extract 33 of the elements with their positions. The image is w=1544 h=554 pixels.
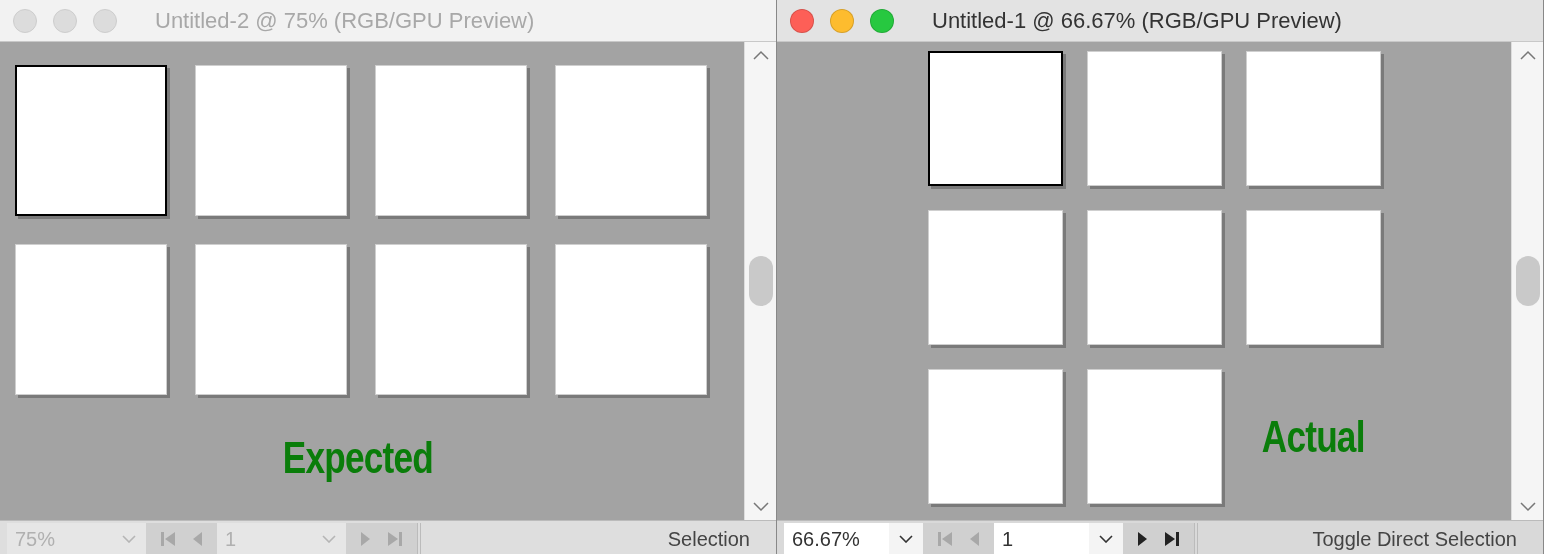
canvas-label: Expected <box>282 432 434 484</box>
status-text: Selection <box>666 526 751 552</box>
next-page-icon[interactable] <box>1137 530 1148 547</box>
scrollbar-thumb[interactable] <box>748 256 773 306</box>
scroll-down-icon[interactable] <box>1519 502 1536 512</box>
last-page-icon[interactable] <box>1164 530 1180 547</box>
scroll-up-icon[interactable] <box>1519 50 1536 60</box>
first-page-icon[interactable] <box>937 530 953 547</box>
artboard[interactable] <box>15 65 167 216</box>
vertical-scrollbar[interactable] <box>1511 42 1543 520</box>
page-dropdown-button[interactable] <box>1089 523 1123 554</box>
status-text: Toggle Direct Selection <box>1311 526 1518 552</box>
window-title: Untitled-2 @ 75% (RGB/GPU Preview) <box>155 7 535 35</box>
chevron-down-icon <box>122 534 136 543</box>
minimize-button[interactable] <box>53 8 77 33</box>
first-page-icon[interactable] <box>160 530 176 547</box>
chevron-down-icon <box>899 534 913 543</box>
previous-page-icon[interactable] <box>192 530 203 547</box>
zoom-button[interactable] <box>93 8 117 33</box>
page-field[interactable]: 1 <box>994 523 1089 554</box>
zoom-dropdown-button[interactable] <box>889 523 923 554</box>
close-button[interactable] <box>13 8 37 33</box>
scroll-up-icon[interactable] <box>752 50 769 60</box>
zoom-field[interactable]: 66.67% <box>784 523 889 554</box>
artboard[interactable] <box>928 51 1063 186</box>
scrollbar-thumb[interactable] <box>1515 256 1540 306</box>
scroll-down-icon[interactable] <box>752 502 769 512</box>
window-title: Untitled-1 @ 66.67% (RGB/GPU Preview) <box>932 7 1342 35</box>
vertical-scrollbar[interactable] <box>744 42 776 520</box>
chevron-down-icon <box>1099 534 1113 543</box>
chevron-down-icon <box>322 534 336 543</box>
canvas-label: Actual <box>1262 410 1365 463</box>
previous-page-icon[interactable] <box>969 530 980 547</box>
